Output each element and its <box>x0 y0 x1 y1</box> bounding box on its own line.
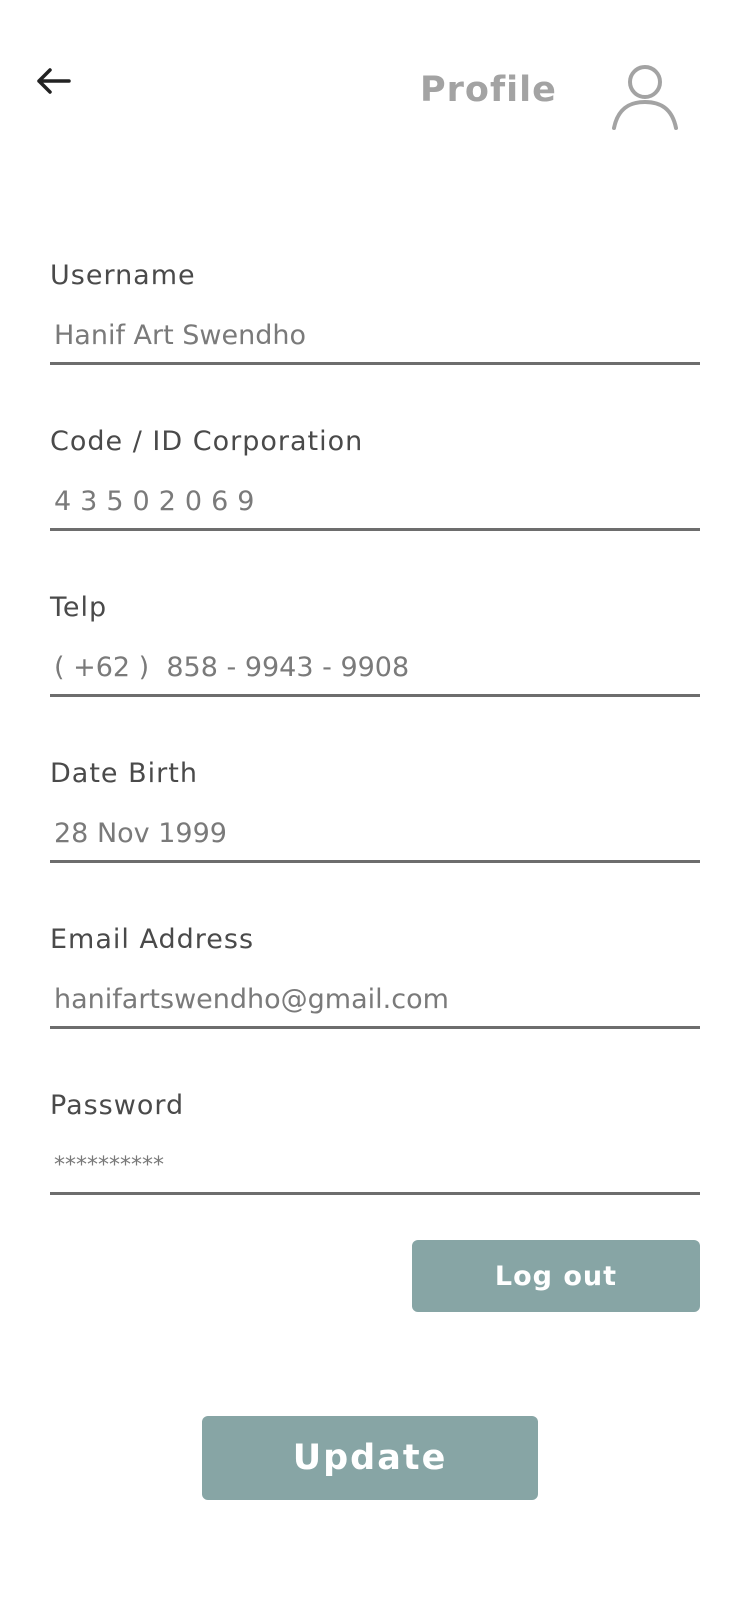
date-birth-input[interactable]: 28 Nov 1999 <box>50 812 700 863</box>
back-button[interactable] <box>28 56 78 106</box>
update-button[interactable]: Update <box>202 1416 538 1500</box>
date-birth-label: Date Birth <box>50 758 198 789</box>
corporation-id-input[interactable]: 43502069 <box>50 480 700 531</box>
password-input[interactable]: ********** <box>50 1144 700 1195</box>
corporation-id-label: Code / ID Corporation <box>50 426 364 457</box>
email-field-group: Email Address hanifartswendho@gmail.com <box>50 922 700 1029</box>
page-title: Profile <box>420 70 557 110</box>
username-input[interactable]: Hanif Art Swendho <box>50 314 700 365</box>
password-field-group: Password ********** <box>50 1088 700 1195</box>
telp-label: Telp <box>50 592 108 623</box>
user-icon <box>612 65 678 130</box>
arrow-left-icon <box>37 68 71 94</box>
date-birth-field-group: Date Birth 28 Nov 1999 <box>50 756 700 863</box>
avatar[interactable] <box>610 62 680 132</box>
telp-input[interactable]: ( +62 ) 858 - 9943 - 9908 <box>50 646 700 697</box>
corporation-id-field-group: Code / ID Corporation 43502069 <box>50 424 700 531</box>
username-label: Username <box>50 260 196 291</box>
username-field-group: Username Hanif Art Swendho <box>50 258 700 365</box>
email-input[interactable]: hanifartswendho@gmail.com <box>50 978 700 1029</box>
telp-field-group: Telp ( +62 ) 858 - 9943 - 9908 <box>50 590 700 697</box>
logout-button[interactable]: Log out <box>412 1240 700 1312</box>
password-label: Password <box>50 1090 185 1121</box>
email-label: Email Address <box>50 924 255 955</box>
